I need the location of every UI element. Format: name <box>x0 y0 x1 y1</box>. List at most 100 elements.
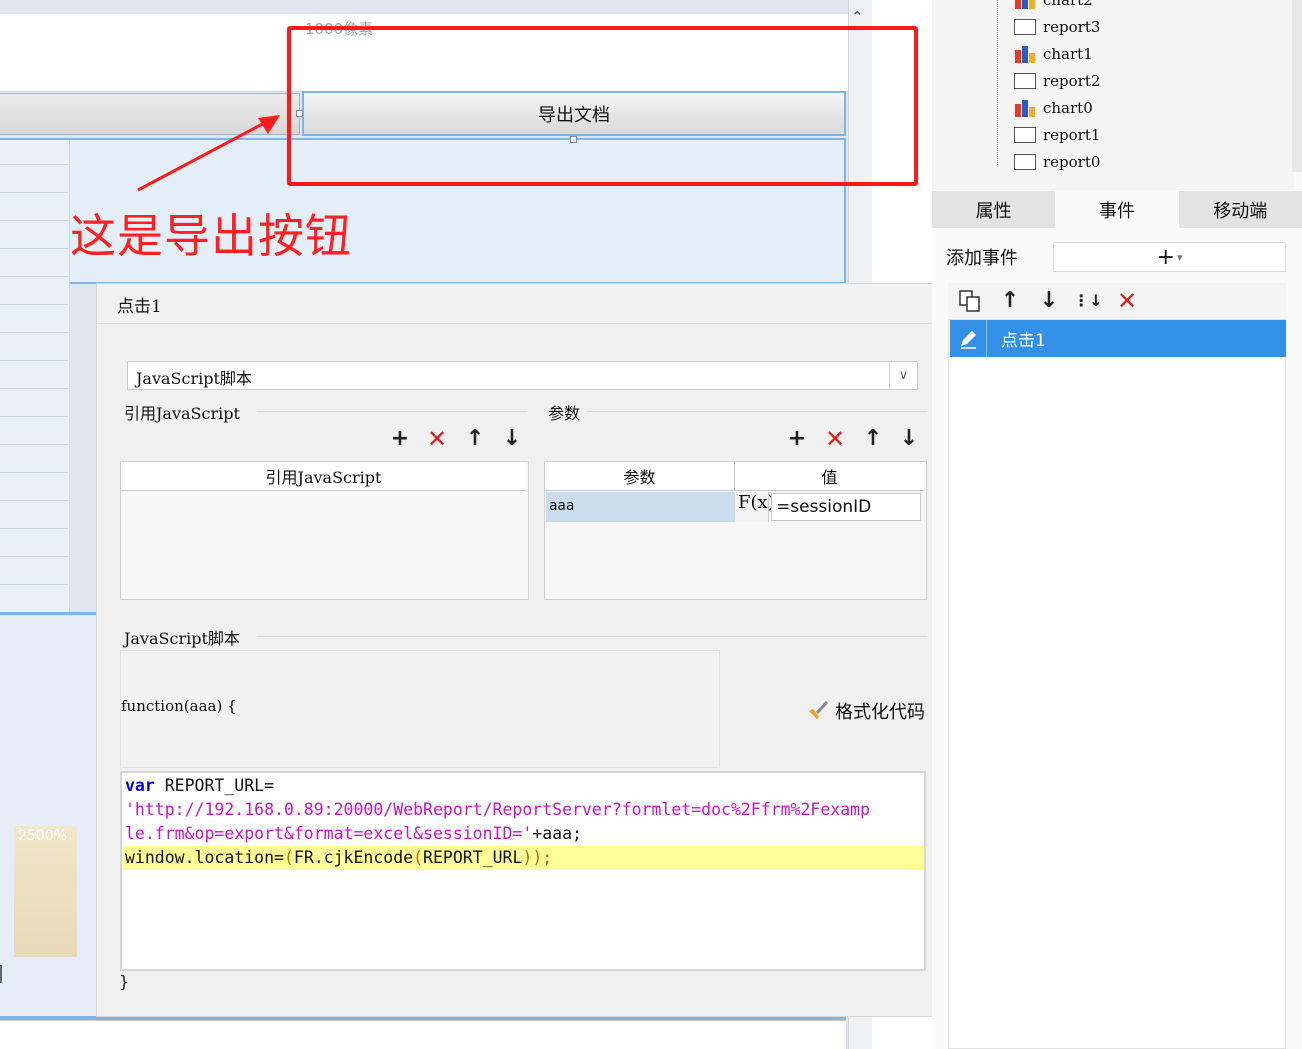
add-param-icon[interactable]: + <box>785 427 809 451</box>
param-value-input[interactable]: =sessionID <box>771 493 921 521</box>
add-icon[interactable]: + <box>388 427 412 451</box>
ruler-label: 1000像素 <box>305 20 374 38</box>
chart-icon <box>1015 100 1035 117</box>
param-name-cell[interactable]: aaa <box>546 492 735 522</box>
format-code-label: 格式化代码 <box>835 702 925 723</box>
chevron-down-icon[interactable]: ∨ <box>889 362 917 389</box>
block-border <box>0 612 96 615</box>
code-string: le.frm&op=export&format=excel&sessionID=… <box>125 824 533 843</box>
code-text: window.location= <box>125 848 284 867</box>
code-paren: )); <box>522 848 553 867</box>
divider <box>257 636 927 637</box>
tab-properties[interactable]: 属性 <box>932 191 1056 228</box>
ref-js-section-label: 引用JavaScript <box>124 404 240 423</box>
code-text: +aaa; <box>532 824 582 843</box>
gauge-label: 2500% <box>18 828 67 844</box>
tab-events[interactable]: 事件 <box>1055 191 1179 228</box>
tick-mark <box>0 965 2 983</box>
ref-js-table[interactable]: 引用JavaScript <box>120 461 529 600</box>
highlighted-code-line: window.location=(FR.cjkEncode(REPORT_URL… <box>122 846 924 870</box>
param-up-icon[interactable]: ↑ <box>861 427 885 451</box>
dialog-title: 点击1 <box>97 284 947 324</box>
event-list-item[interactable]: 点击1 <box>950 320 1286 357</box>
event-toolbar: ↑ ↓ ⋮↓ ✕ <box>948 283 1286 319</box>
add-event-button[interactable]: + ▾ <box>1053 242 1286 272</box>
copy-icon[interactable] <box>958 289 984 313</box>
format-code-button[interactable]: 格式化代码 <box>805 698 925 724</box>
tree-item-report0[interactable]: report0 <box>1014 150 1100 174</box>
tree-item-label: chart1 <box>1043 45 1093 63</box>
event-dialog: 点击1 JavaScript脚本 ∨ 引用JavaScript + ✕ ↑ ↓ … <box>96 283 948 1017</box>
report-icon <box>1014 154 1036 170</box>
script-type-value: JavaScript脚本 <box>136 369 252 388</box>
script-type-select[interactable]: JavaScript脚本 ∨ <box>127 361 918 390</box>
param-column-header: 参数 <box>545 462 735 491</box>
event-item-label: 点击1 <box>1001 331 1046 351</box>
left-grid-panel <box>0 140 70 615</box>
tree-item-label: report1 <box>1043 126 1101 144</box>
ref-js-column-header: 引用JavaScript <box>121 462 526 491</box>
js-section-label: JavaScript脚本 <box>124 629 240 648</box>
plus-icon: + <box>1156 244 1175 270</box>
resize-handle-bottom[interactable] <box>570 136 577 143</box>
report-icon <box>1014 73 1036 89</box>
gauge-bar <box>14 826 77 957</box>
code-keyword: var <box>125 776 155 795</box>
code-text: FR.cjkEncode <box>293 848 414 867</box>
event-down-icon[interactable]: ↓ <box>1037 289 1061 313</box>
chart-icon <box>1015 46 1035 63</box>
export-document-button[interactable]: 导出文档 <box>302 91 846 136</box>
tree-item-report2[interactable]: report2 <box>1014 69 1100 93</box>
function-header: function(aaa) { <box>121 697 237 715</box>
tree-item-report1[interactable]: report1 <box>1014 123 1100 147</box>
chart-icon <box>1015 0 1035 9</box>
canvas-top-area <box>0 14 848 92</box>
report-icon <box>1014 127 1036 143</box>
tab-mobile[interactable]: 移动端 <box>1178 191 1302 228</box>
event-delete-icon[interactable]: ✕ <box>1115 289 1139 313</box>
event-up-icon[interactable]: ↑ <box>998 289 1022 313</box>
tree-item-chart0[interactable]: chart0 <box>1014 96 1093 120</box>
scroll-up-icon[interactable]: ⌃ <box>851 8 864 26</box>
sort-icon[interactable]: ⋮↓ <box>1073 289 1102 313</box>
annotation-arrow-icon <box>137 115 280 192</box>
property-tabs: 属性 事件 移动端 <box>932 191 1302 228</box>
tree-item-label: report2 <box>1043 72 1101 90</box>
edit-icon[interactable] <box>950 320 987 357</box>
widget-tree <box>932 0 1294 190</box>
code-paren: ( <box>283 848 294 867</box>
tree-item-label: report0 <box>1043 153 1101 171</box>
value-column-header: 值 <box>735 462 924 491</box>
tree-item-label: report3 <box>1043 18 1101 36</box>
params-table[interactable]: 参数 值 aaa F(x) =sessionID <box>544 461 927 600</box>
param-down-icon[interactable]: ↓ <box>897 427 921 451</box>
dropdown-arrow-icon: ▾ <box>1176 250 1183 264</box>
move-down-icon[interactable]: ↓ <box>500 427 524 451</box>
move-up-icon[interactable]: ↑ <box>463 427 487 451</box>
code-text: REPORT_URL= <box>154 776 275 795</box>
divider <box>587 411 927 412</box>
resize-handle-left[interactable] <box>296 110 303 117</box>
delete-icon[interactable]: ✕ <box>425 427 449 451</box>
brush-icon <box>809 700 829 719</box>
code-text: REPORT_URL <box>423 848 523 867</box>
delete-param-icon[interactable]: ✕ <box>823 427 847 451</box>
tree-item-label: chart2 <box>1043 0 1093 9</box>
add-event-label: 添加事件 <box>946 248 1018 269</box>
tree-scrollbar[interactable] <box>1292 0 1302 172</box>
annotation-text: 这是导出按钮 <box>70 209 352 263</box>
formula-icon[interactable]: F(x) <box>735 492 775 522</box>
report-icon <box>1014 19 1036 35</box>
tree-guide-line <box>997 0 998 165</box>
js-code-editor[interactable]: var REPORT_URL= 'http://192.168.0.89:200… <box>120 771 926 971</box>
bottom-block <box>0 1020 846 1049</box>
tree-item-report3[interactable]: report3 <box>1014 15 1100 39</box>
tree-item-chart2[interactable]: chart2 <box>1014 0 1093 12</box>
tree-item-chart1[interactable]: chart1 <box>1014 42 1093 66</box>
tree-item-label: chart0 <box>1043 99 1093 117</box>
event-list <box>948 319 1286 1049</box>
params-section-label: 参数 <box>548 404 581 423</box>
divider <box>257 411 527 412</box>
function-close-brace: } <box>119 972 130 991</box>
code-string: 'http://192.168.0.89:20000/WebReport/Rep… <box>125 800 871 819</box>
